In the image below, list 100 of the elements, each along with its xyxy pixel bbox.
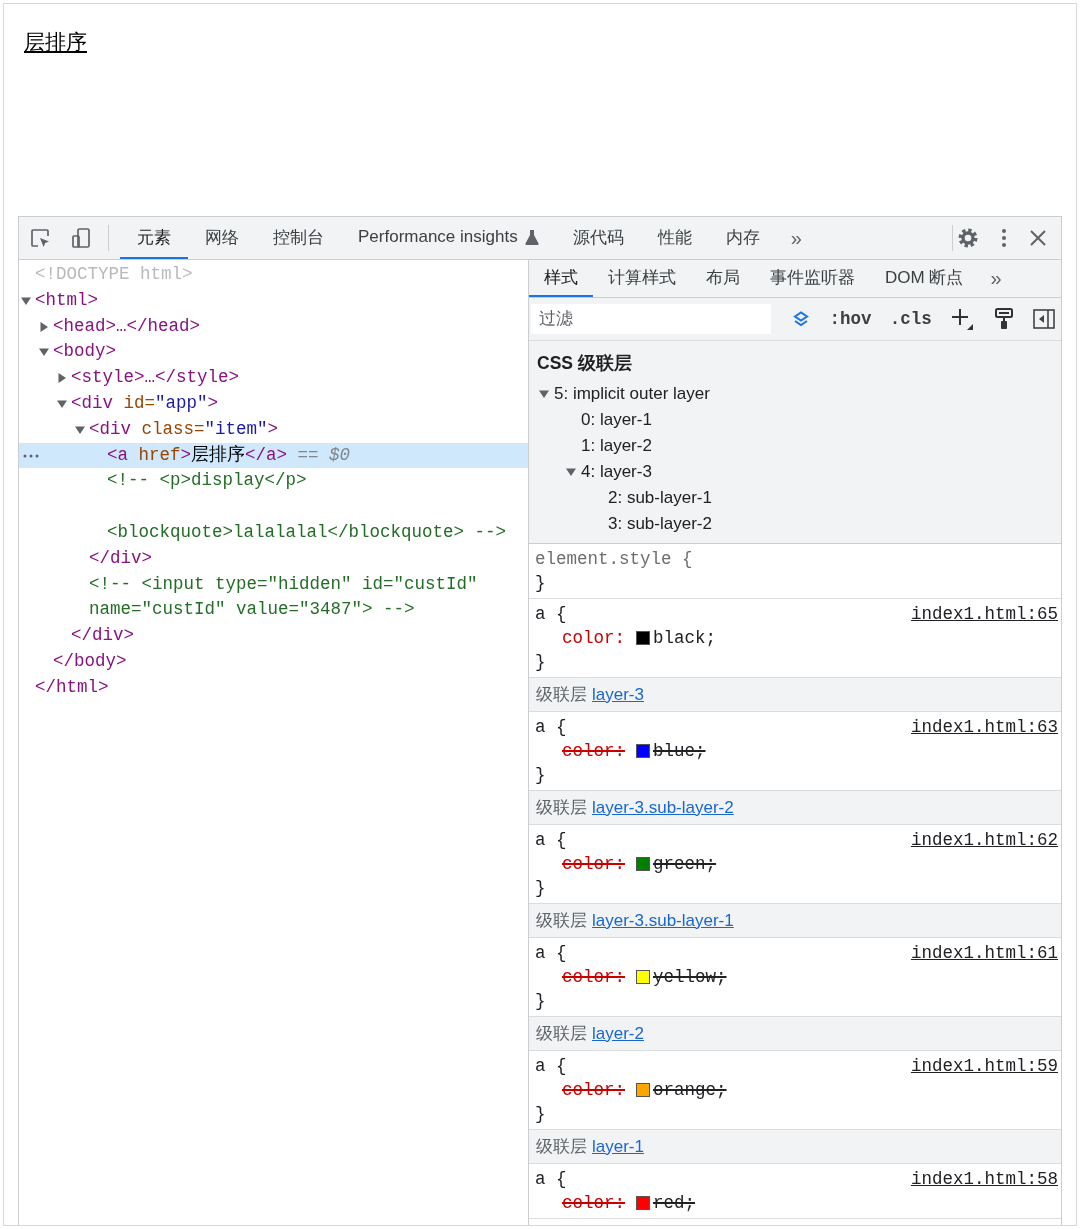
plus-icon[interactable] <box>950 307 975 331</box>
disclosure-triangle-icon[interactable] <box>566 467 576 477</box>
dom-tree-node[interactable]: </body> <box>19 648 528 675</box>
cascade-layer: 2: sub-layer-1 <box>608 488 712 507</box>
color-swatch[interactable] <box>636 857 650 871</box>
layer-link[interactable]: layer-3.sub-layer-1 <box>592 910 734 931</box>
source-link[interactable]: index1.html:63 <box>910 715 1058 739</box>
panel-tab[interactable]: 源代码 <box>555 217 641 259</box>
layer-link[interactable]: layer-2 <box>592 1023 644 1044</box>
css-selector: a { <box>535 1168 567 1191</box>
ellipsis-icon[interactable] <box>23 453 39 458</box>
css-property: color: <box>562 1079 625 1102</box>
css-selector: a { <box>535 829 567 852</box>
dom-tree-node[interactable]: <head>…</head> <box>19 313 528 340</box>
css-property: color: <box>562 740 625 763</box>
panel-tab[interactable]: Performance insights <box>341 217 556 259</box>
css-value: blue; <box>653 740 706 763</box>
paint-roller-icon[interactable] <box>992 307 1015 331</box>
device-icon[interactable] <box>70 227 92 249</box>
css-value: yellow; <box>653 966 727 989</box>
disclosure-triangle-icon[interactable] <box>21 295 31 306</box>
disclosure-triangle-icon[interactable] <box>39 347 49 358</box>
closing-brace: } <box>535 1103 547 1126</box>
dom-tree-node[interactable]: <style>…</style> <box>19 365 528 391</box>
color-swatch[interactable] <box>636 744 650 758</box>
closing-brace: } <box>535 990 547 1013</box>
more-tabs-button[interactable]: » <box>978 260 1014 297</box>
sidebar-tab[interactable]: 布局 <box>691 260 755 297</box>
dom-tree-node[interactable]: <div id="app"> <box>19 391 528 417</box>
inspect-icon[interactable] <box>29 227 51 249</box>
dom-tree-node[interactable]: <!-- <input type="hidden" id="custId" name="custId" value="3487"> --> <box>19 571 528 624</box>
dom-tree-node[interactable]: <html> <box>19 287 528 314</box>
source-link[interactable]: index1.html:59 <box>910 1054 1058 1078</box>
disclosure-triangle-icon[interactable] <box>39 321 49 332</box>
color-swatch[interactable] <box>636 631 650 645</box>
css-value: red; <box>653 1192 696 1215</box>
more-options-icon[interactable] <box>1001 228 1007 248</box>
css-value: black; <box>653 627 717 650</box>
sidebar-tab[interactable]: DOM 断点 <box>870 260 979 297</box>
dom-tree-node[interactable]: <body> <box>19 339 528 366</box>
color-swatch[interactable] <box>636 970 650 984</box>
closing-brace: } <box>535 651 547 674</box>
source-link[interactable]: index1.html:62 <box>910 828 1058 852</box>
dom-tree-node[interactable]: </html> <box>19 674 528 701</box>
layer-link[interactable]: layer-1 <box>592 1136 644 1157</box>
panel-tab[interactable]: 性能 <box>640 217 709 259</box>
layers-icon[interactable] <box>791 309 811 329</box>
layer-link[interactable]: layer-3.sub-layer-2 <box>592 797 734 818</box>
closing-brace: } <box>535 877 547 900</box>
layer-link[interactable]: layer-3 <box>592 684 644 705</box>
panel-tab[interactable]: 网络 <box>188 217 256 259</box>
css-selector: element.style { <box>535 548 693 571</box>
layer-label: 级联层 <box>536 1136 587 1158</box>
panel-tab[interactable]: 内存 <box>708 217 777 259</box>
layer-label: 级联层 <box>536 910 587 932</box>
css-value: orange; <box>653 1079 727 1102</box>
sidebar-tab[interactable]: 事件监听器 <box>755 260 870 297</box>
disclosure-triangle-icon[interactable] <box>57 399 67 409</box>
layer-label: 级联层 <box>536 684 587 706</box>
css-property: color: <box>562 966 625 989</box>
filter-field[interactable]: 过滤 <box>531 304 771 334</box>
section-title: CSS 级联层 <box>537 352 633 375</box>
dom-tree-node[interactable]: </div> <box>19 623 528 649</box>
cascade-layer: 3: sub-layer-2 <box>608 514 712 533</box>
layer-label: 级联层 <box>536 797 587 819</box>
source-link[interactable]: index1.html:58 <box>910 1167 1058 1191</box>
sidebar-toggle-icon[interactable] <box>1033 308 1055 330</box>
settings-icon[interactable] <box>957 227 979 249</box>
cascade-layer: 4: layer-3 <box>581 462 652 481</box>
css-property: color: <box>562 627 625 650</box>
color-swatch[interactable] <box>636 1083 650 1097</box>
cls-toggle-button[interactable]: .cls <box>889 309 932 329</box>
source-link[interactable]: index1.html:61 <box>910 941 1058 965</box>
dom-tree-node[interactable]: <a href>层排序</a> == $0 <box>19 442 528 469</box>
disclosure-triangle-icon[interactable] <box>57 373 67 384</box>
source-link[interactable]: index1.html:65 <box>910 602 1058 626</box>
panel-tab[interactable]: 控制台 <box>256 217 341 259</box>
close-icon[interactable] <box>1029 229 1047 247</box>
hov-toggle-button[interactable]: :hov <box>829 309 872 329</box>
sidebar-tab[interactable]: 计算样式 <box>593 260 691 297</box>
color-swatch[interactable] <box>636 1196 650 1210</box>
css-property: color: <box>562 1192 625 1215</box>
css-selector: a { <box>535 603 567 626</box>
css-property: color: <box>562 853 625 876</box>
css-selector: a { <box>535 1055 567 1078</box>
cascade-layer: 5: implicit outer layer <box>554 384 710 403</box>
disclosure-triangle-icon[interactable] <box>75 424 85 435</box>
cascade-layer: 1: layer-2 <box>581 436 652 455</box>
closing-brace: } <box>535 764 547 787</box>
disclosure-triangle-icon[interactable] <box>539 389 549 399</box>
page-link[interactable]: 层排序 <box>24 30 87 53</box>
cascade-layer: 0: layer-1 <box>581 410 652 429</box>
layer-label: 级联层 <box>536 1023 587 1045</box>
closing-brace: } <box>535 572 547 595</box>
css-selector: a { <box>535 716 567 739</box>
dom-tree-node[interactable]: <!-- <p>display</p> <blockquote>lalalalal</blockquote> --> <box>19 468 528 546</box>
dom-tree-node[interactable]: <div class="item"> <box>19 416 528 443</box>
css-value: green; <box>653 853 717 876</box>
dom-tree-node[interactable]: </div> <box>19 545 528 572</box>
more-tabs-button[interactable]: » <box>776 226 816 250</box>
